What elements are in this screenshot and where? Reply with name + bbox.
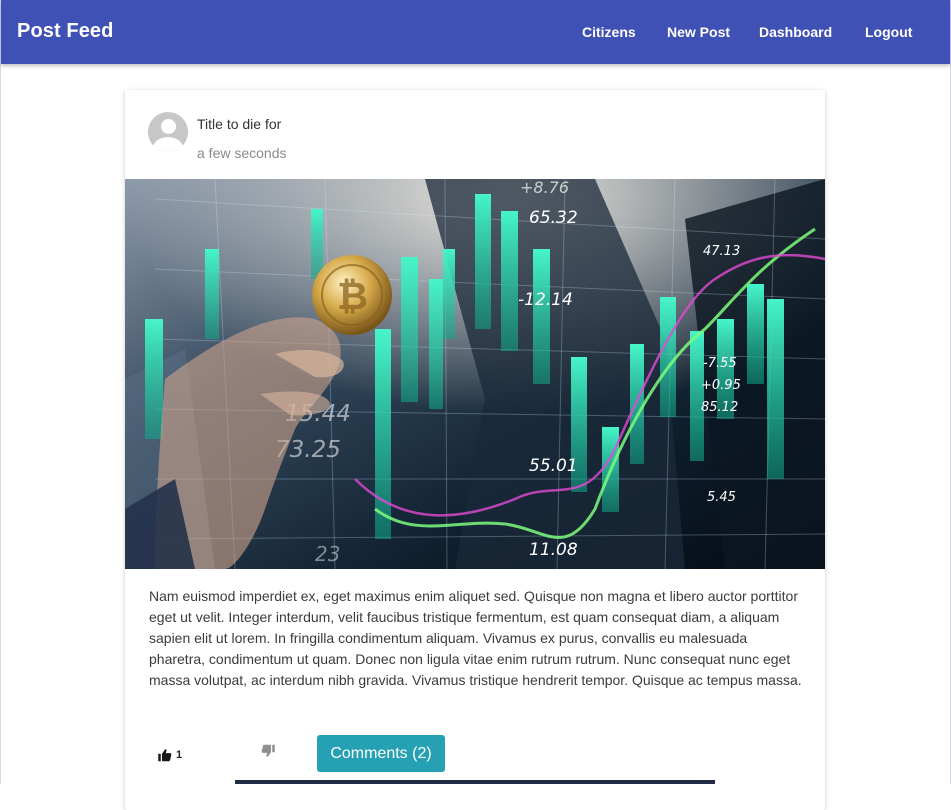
top-app-bar: Post Feed Citizens New Post Dashboard Lo… xyxy=(1,0,950,64)
post-title: Title to die for xyxy=(197,116,282,132)
nav-dashboard[interactable]: Dashboard xyxy=(759,24,832,40)
dislike-button[interactable] xyxy=(261,744,276,766)
like-button[interactable]: 1 xyxy=(157,744,182,766)
avatar-body-shape xyxy=(153,137,183,152)
image-number: 23 xyxy=(315,542,340,566)
nav-logout[interactable]: Logout xyxy=(865,24,912,40)
image-number: 85.12 xyxy=(701,400,738,415)
post-body-text: Nam euismod imperdiet ex, eget maximus e… xyxy=(149,588,802,688)
crypto-chart-image: +8.76 65.32 -12.14 47.13 -7.55 +0.95 85.… xyxy=(125,179,825,569)
post-card: Title to die for a few seconds +8.76 65.… xyxy=(125,90,825,810)
like-count: 1 xyxy=(176,749,183,761)
user-avatar-icon xyxy=(148,112,188,152)
post-image: +8.76 65.32 -12.14 47.13 -7.55 +0.95 85.… xyxy=(125,179,825,569)
comments-button[interactable]: Comments (2) xyxy=(317,735,445,772)
bottom-scroll-indicator xyxy=(235,780,715,784)
avatar-head-shape xyxy=(161,119,176,134)
image-number: 5.45 xyxy=(707,490,736,505)
image-number: +0.95 xyxy=(701,378,741,393)
image-number: +8.76 xyxy=(520,179,569,197)
image-number: -12.14 xyxy=(518,290,573,310)
nav-citizens[interactable]: Citizens xyxy=(582,24,636,40)
bitcoin-glyph: ₿ xyxy=(337,274,368,318)
image-number: 47.13 xyxy=(703,244,740,259)
nav-new-post[interactable]: New Post xyxy=(667,24,730,40)
thumbs-up-icon xyxy=(158,749,172,762)
brand-title[interactable]: Post Feed xyxy=(17,20,113,43)
image-number: 55.01 xyxy=(529,456,578,476)
thumbs-down-icon xyxy=(261,744,275,757)
image-number: -7.55 xyxy=(703,356,737,371)
image-number: 65.32 xyxy=(529,208,578,228)
post-timestamp: a few seconds xyxy=(197,145,287,161)
image-number: 11.08 xyxy=(529,540,578,560)
